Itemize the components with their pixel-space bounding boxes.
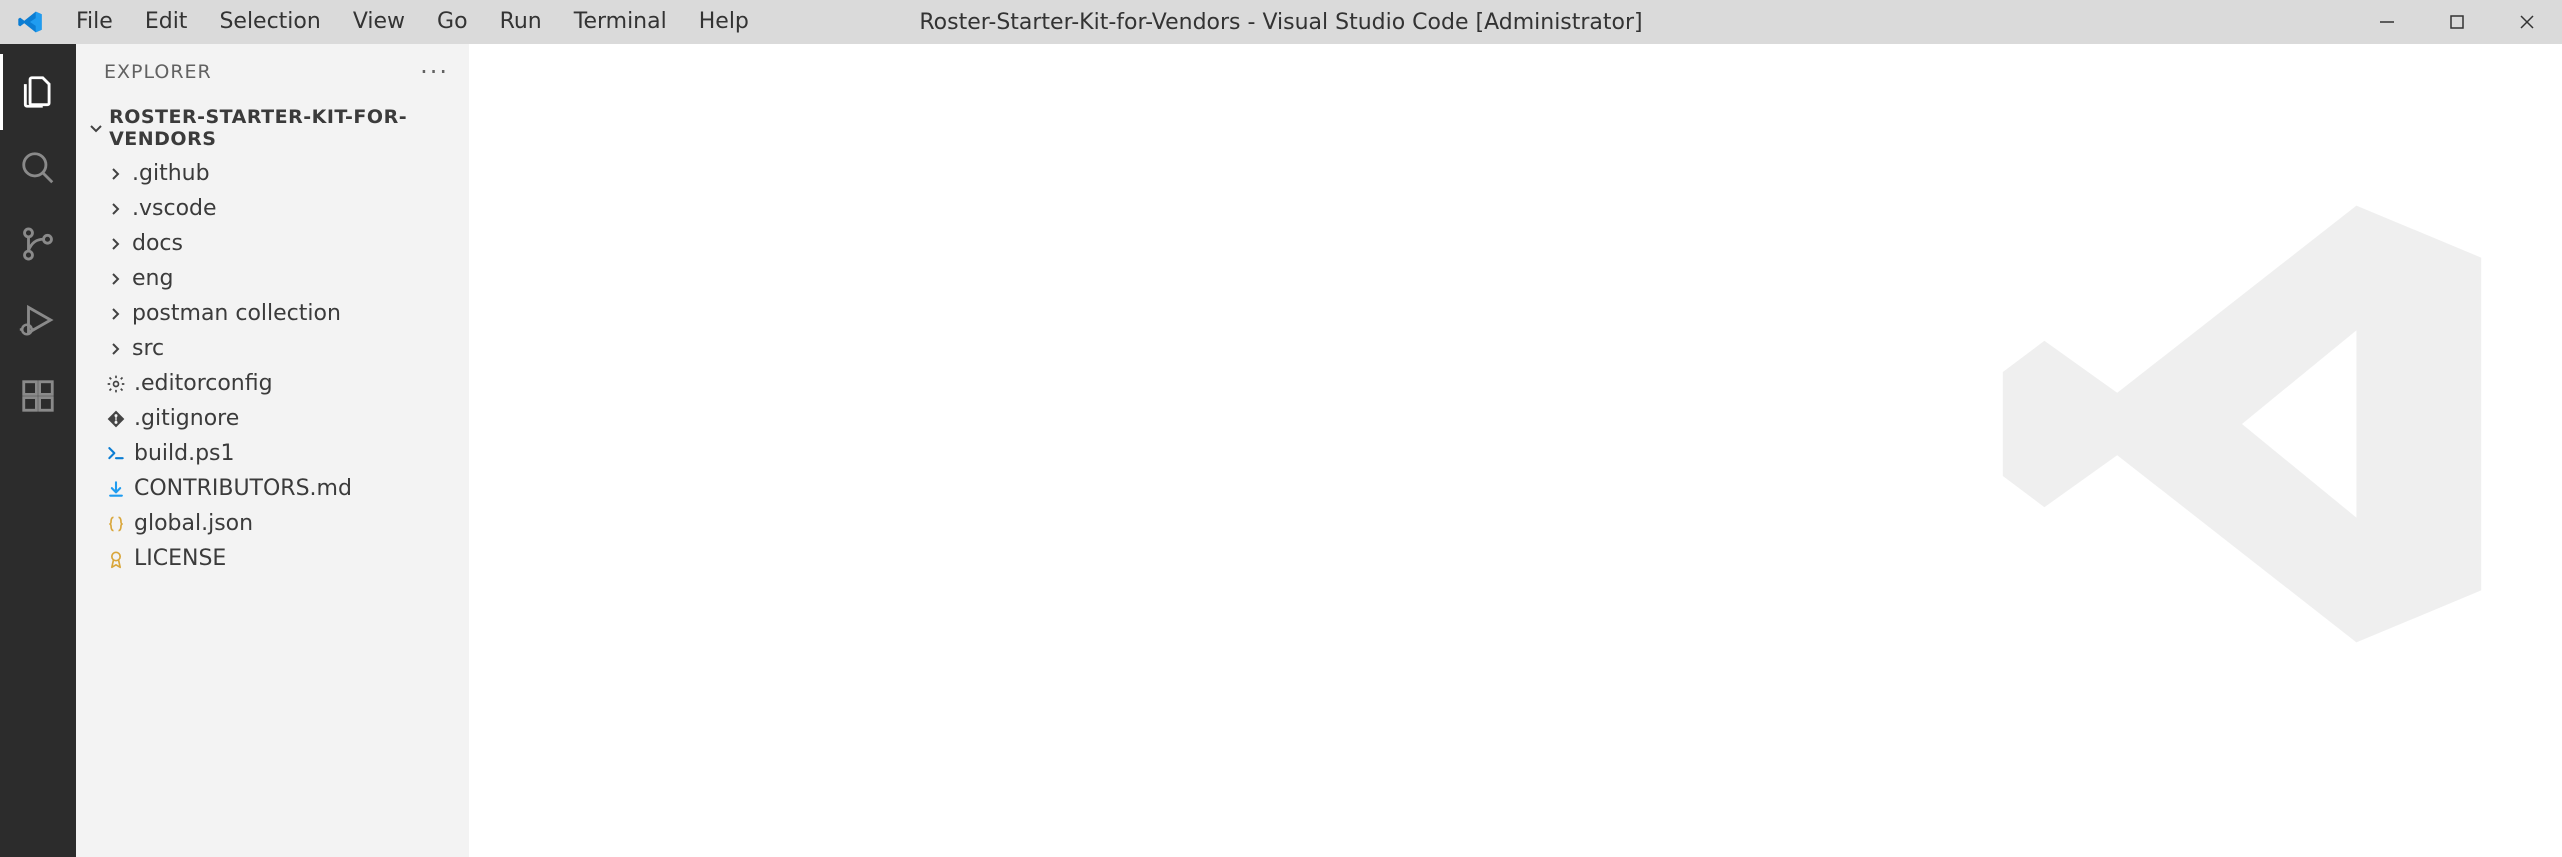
activity-explorer[interactable]: [0, 54, 76, 130]
window-title: Roster-Starter-Kit-for-Vendors - Visual …: [919, 10, 1642, 35]
tree-item-label: CONTRIBUTORS.md: [134, 476, 352, 501]
tree-item-label: .github: [132, 161, 210, 186]
sidebar-title: EXPLORER: [104, 61, 212, 83]
root-folder-name: ROSTER-STARTER-KIT-FOR-VENDORS: [109, 106, 459, 150]
tree-item-label: eng: [132, 266, 173, 291]
activity-run-debug[interactable]: [0, 282, 76, 358]
chevron-right-icon: [104, 236, 126, 252]
menu-file[interactable]: File: [60, 0, 129, 44]
tree-item--github[interactable]: .github: [76, 156, 469, 191]
tree-item-postman-collection[interactable]: postman collection: [76, 296, 469, 331]
sidebar-header: EXPLORER ···: [76, 44, 469, 100]
tree-item-label: LICENSE: [134, 546, 226, 571]
activity-extensions[interactable]: [0, 358, 76, 434]
chevron-down-icon: [86, 120, 105, 136]
tree-item-label: postman collection: [132, 301, 341, 326]
license-icon: [104, 549, 128, 569]
tree-item-build-ps1[interactable]: build.ps1: [76, 436, 469, 471]
menu-run[interactable]: Run: [484, 0, 558, 44]
tree-item-docs[interactable]: docs: [76, 226, 469, 261]
markdown-icon: [104, 479, 128, 499]
window-controls: [2352, 0, 2562, 44]
tree-item-global-json[interactable]: global.json: [76, 506, 469, 541]
tree-item-contributors-md[interactable]: CONTRIBUTORS.md: [76, 471, 469, 506]
chevron-right-icon: [104, 201, 126, 217]
title-bar: File Edit Selection View Go Run Terminal…: [0, 0, 2562, 44]
tree-item-label: .gitignore: [134, 406, 239, 431]
tree-item-eng[interactable]: eng: [76, 261, 469, 296]
git-file-icon: [104, 409, 128, 429]
vscode-watermark-icon: [1982, 164, 2502, 688]
tree-item-label: src: [132, 336, 164, 361]
tree-item--gitignore[interactable]: .gitignore: [76, 401, 469, 436]
maximize-button[interactable]: [2422, 0, 2492, 44]
menu-terminal[interactable]: Terminal: [558, 0, 683, 44]
json-icon: [104, 514, 128, 534]
more-actions-icon[interactable]: ···: [420, 58, 449, 86]
tree-item-label: .vscode: [132, 196, 217, 221]
sidebar-explorer: EXPLORER ··· ROSTER-STARTER-KIT-FOR-VEND…: [76, 44, 469, 857]
minimize-button[interactable]: [2352, 0, 2422, 44]
search-icon: [19, 149, 57, 187]
gear-icon: [104, 374, 128, 394]
vscode-logo-icon: [0, 9, 60, 35]
tree-item--vscode[interactable]: .vscode: [76, 191, 469, 226]
powershell-icon: [104, 444, 128, 464]
chevron-right-icon: [104, 166, 126, 182]
tree-item-label: docs: [132, 231, 183, 256]
file-tree: .github .vscode docs eng postman collection s…: [76, 156, 469, 576]
activity-search[interactable]: [0, 130, 76, 206]
tree-item-license[interactable]: LICENSE: [76, 541, 469, 576]
menu-bar: File Edit Selection View Go Run Terminal…: [60, 0, 765, 44]
menu-edit[interactable]: Edit: [129, 0, 204, 44]
tree-item-label: global.json: [134, 511, 253, 536]
activity-source-control[interactable]: [0, 206, 76, 282]
activity-bar: [0, 44, 76, 857]
git-icon: [19, 225, 57, 263]
menu-go[interactable]: Go: [421, 0, 484, 44]
workbench: EXPLORER ··· ROSTER-STARTER-KIT-FOR-VEND…: [0, 44, 2562, 857]
chevron-right-icon: [104, 271, 126, 287]
menu-selection[interactable]: Selection: [203, 0, 336, 44]
tree-item-label: build.ps1: [134, 441, 235, 466]
debug-icon: [19, 301, 57, 339]
chevron-right-icon: [104, 341, 126, 357]
chevron-right-icon: [104, 306, 126, 322]
tree-item-src[interactable]: src: [76, 331, 469, 366]
close-button[interactable]: [2492, 0, 2562, 44]
menu-view[interactable]: View: [337, 0, 421, 44]
files-icon: [19, 73, 57, 111]
tree-item--editorconfig[interactable]: .editorconfig: [76, 366, 469, 401]
extensions-icon: [19, 377, 57, 415]
editor-area: [469, 44, 2562, 857]
folder-root-header[interactable]: ROSTER-STARTER-KIT-FOR-VENDORS: [76, 100, 469, 156]
tree-item-label: .editorconfig: [134, 371, 273, 396]
menu-help[interactable]: Help: [683, 0, 765, 44]
